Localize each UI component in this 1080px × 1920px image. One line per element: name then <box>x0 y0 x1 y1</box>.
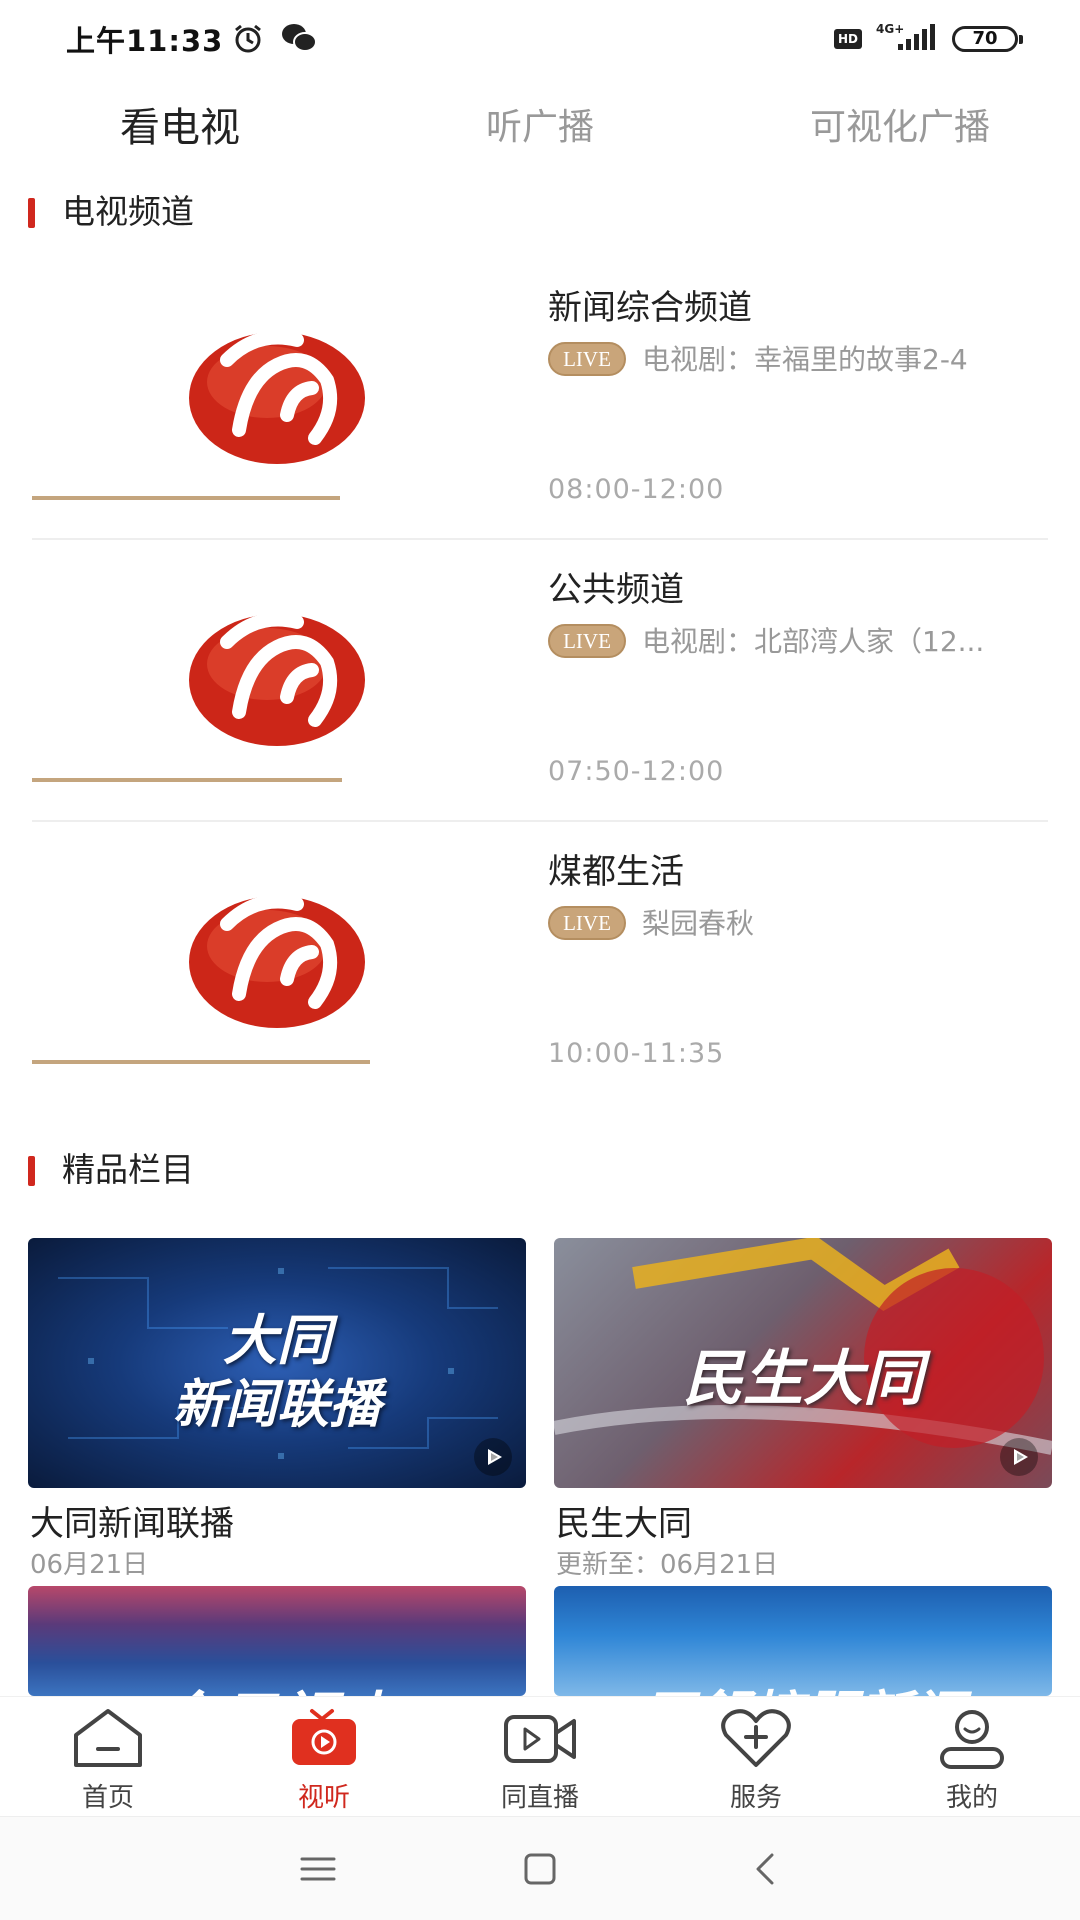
nav-audiovisual[interactable]: 视听 <box>216 1697 432 1817</box>
heart-plus-icon <box>721 1709 791 1767</box>
nav-label: 同直播 <box>500 1783 579 1813</box>
nav-label: 视听 <box>297 1783 350 1813</box>
live-badge: LIVE <box>548 906 626 940</box>
battery-indicator: 70 <box>952 26 1023 52</box>
tab-watch-tv[interactable]: 看电视 <box>60 78 300 178</box>
thumbnail-title-overlay: 民生大同 <box>554 1238 1052 1488</box>
section-accent-bar <box>28 1156 35 1186</box>
live-badge: LIVE <box>548 624 626 658</box>
home-square-icon[interactable] <box>516 1847 564 1891</box>
top-tabs: 看电视 听广播 可视化广播 <box>0 78 1080 178</box>
channel-underline <box>32 778 342 782</box>
nav-label: 我的 <box>945 1783 998 1813</box>
channel-name: 新闻综合频道 <box>548 288 752 328</box>
status-bar: 上午11:33 HD 4G+ 70 <box>0 0 1080 78</box>
channel-underline <box>32 1060 370 1064</box>
featured-section-header: 精品栏目 <box>28 1150 428 1190</box>
play-icon <box>474 1438 512 1476</box>
nav-live[interactable]: 同直播 <box>432 1697 648 1817</box>
wechat-icon <box>282 24 317 52</box>
system-nav-bar <box>0 1816 1080 1920</box>
program-title: 大同新闻联播 <box>30 1504 234 1544</box>
nav-services[interactable]: 服务 <box>648 1697 864 1817</box>
program-title: 民生大同 <box>556 1504 692 1544</box>
channel-underline <box>32 496 340 500</box>
datong-tv-logo-icon <box>189 612 365 746</box>
channel-row[interactable]: 煤都生活 LIVE 梨园春秋 10:00-11:35 <box>32 822 1048 1104</box>
tv-play-icon <box>292 1709 356 1765</box>
section-title: 电视频道 <box>62 192 194 231</box>
channel-program: 电视剧：幸福里的故事2-4 <box>642 343 968 376</box>
datong-tv-logo-icon <box>189 330 365 464</box>
bottom-nav: 首页 视听 同直播 服务 我的 <box>0 1696 1080 1816</box>
thumbnail-title-overlay: 大同 新闻联播 <box>28 1238 526 1488</box>
video-camera-icon <box>504 1715 576 1763</box>
status-time: 上午11:33 <box>66 24 224 58</box>
program-card[interactable]: 今日视点 <box>28 1586 526 1696</box>
tab-visual-radio[interactable]: 可视化广播 <box>780 78 1020 178</box>
menu-icon[interactable] <box>294 1847 342 1891</box>
tv-section-header: 电视频道 <box>28 192 428 232</box>
program-date: 更新至：06月21日 <box>556 1550 779 1580</box>
program-thumbnail[interactable]: 大同 新闻联播 <box>28 1238 526 1488</box>
channel-time: 07:50-12:00 <box>548 756 725 787</box>
overlay-line1: 今日视点 <box>28 1672 526 1696</box>
signal-icon <box>898 24 935 50</box>
section-accent-bar <box>28 198 35 228</box>
overlay-line1: 民生大同 <box>683 1344 923 1414</box>
program-thumbnail[interactable]: 今日视点 <box>28 1586 526 1696</box>
program-card[interactable]: 民生大同 民生大同 更新至：06月21日 <box>554 1238 1052 1580</box>
overlay-line2: 新闻联播 <box>172 1375 381 1435</box>
section-title: 精品栏目 <box>62 1150 194 1189</box>
program-date: 06月21日 <box>30 1550 149 1580</box>
channel-thumbnail <box>32 258 512 500</box>
thumbnail-title-overlay: 平舒接服新闻 <box>554 1586 1052 1696</box>
channel-name: 公共频道 <box>548 570 684 610</box>
tab-listen-radio[interactable]: 听广播 <box>420 78 660 178</box>
channel-program: 电视剧：北部湾人家（12... <box>642 625 985 658</box>
channel-row[interactable]: 新闻综合频道 LIVE 电视剧：幸福里的故事2-4 08:00-12:00 <box>32 258 1048 540</box>
channel-name: 煤都生活 <box>548 852 684 892</box>
hd-badge: HD <box>834 29 862 49</box>
nav-label: 首页 <box>81 1783 134 1813</box>
user-icon <box>940 1710 1004 1769</box>
nav-label: 服务 <box>729 1783 782 1813</box>
home-icon <box>74 1709 142 1767</box>
channel-thumbnail <box>32 540 512 782</box>
overlay-line1: 平舒接服新闻 <box>554 1672 1052 1696</box>
datong-tv-logo-icon <box>189 894 365 1028</box>
program-card[interactable]: 平舒接服新闻 <box>554 1586 1052 1696</box>
back-icon[interactable] <box>742 1847 790 1891</box>
live-badge: LIVE <box>548 342 626 376</box>
channel-time: 08:00-12:00 <box>548 474 725 505</box>
program-thumbnail[interactable]: 平舒接服新闻 <box>554 1586 1052 1696</box>
channel-time: 10:00-11:35 <box>548 1038 725 1069</box>
program-thumbnail[interactable]: 民生大同 <box>554 1238 1052 1488</box>
play-icon <box>1000 1438 1038 1476</box>
nav-home[interactable]: 首页 <box>0 1697 216 1817</box>
channel-program: 梨园春秋 <box>642 907 755 940</box>
program-card[interactable]: 大同 新闻联播 大同新闻联播 06月21日 <box>28 1238 526 1580</box>
channel-row[interactable]: 公共频道 LIVE 电视剧：北部湾人家（12... 07:50-12:00 <box>32 540 1048 822</box>
channel-thumbnail <box>32 822 512 1064</box>
nav-profile[interactable]: 我的 <box>864 1697 1080 1817</box>
alarm-icon <box>235 24 261 53</box>
thumbnail-title-overlay: 今日视点 <box>28 1586 526 1696</box>
